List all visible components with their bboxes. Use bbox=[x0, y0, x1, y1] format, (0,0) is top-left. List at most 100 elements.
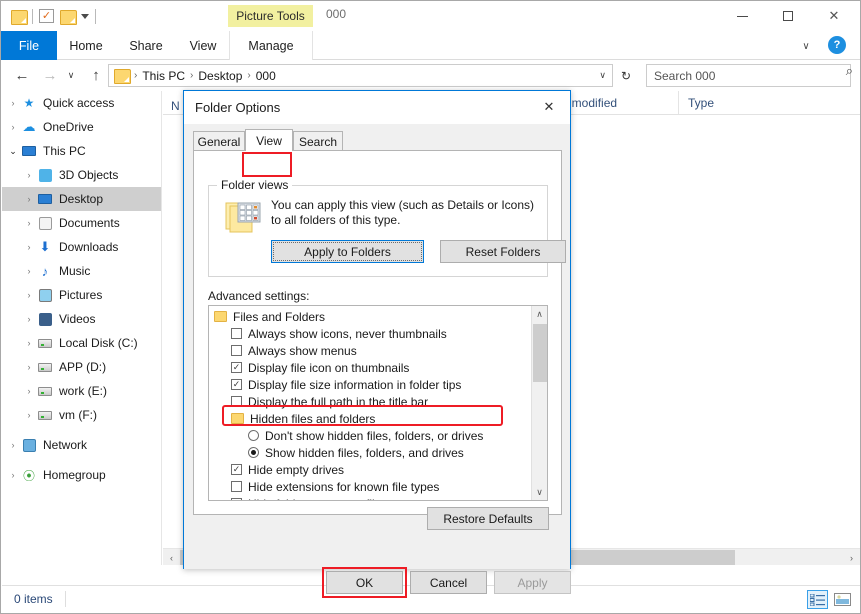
chevron-right-icon[interactable]: › bbox=[6, 98, 20, 108]
checkbox-checked[interactable]: ✓ bbox=[231, 498, 242, 500]
apply-button[interactable]: Apply bbox=[494, 571, 571, 594]
sidebar-item-app-d[interactable]: › APP (D:) bbox=[2, 355, 161, 379]
list-item[interactable]: Files and Folders bbox=[209, 308, 533, 325]
back-button[interactable]: ← bbox=[9, 60, 35, 90]
sidebar-item-work-e[interactable]: › work (E:) bbox=[2, 379, 161, 403]
scrollbar-thumb[interactable] bbox=[533, 324, 547, 382]
list-item[interactable]: Display the full path in the title bar bbox=[209, 393, 533, 410]
sidebar-item-pictures[interactable]: › Pictures bbox=[2, 283, 161, 307]
list-item[interactable]: Hide extensions for known file types bbox=[209, 478, 533, 495]
advanced-settings-list[interactable]: Files and Folders Always show icons, nev… bbox=[208, 305, 548, 501]
search-input[interactable]: Search 000 bbox=[646, 64, 851, 87]
chevron-right-icon[interactable]: › bbox=[22, 314, 36, 324]
sidebar-item-this-pc[interactable]: ⌄ This PC bbox=[2, 139, 161, 163]
sidebar-item-3d-objects[interactable]: › 3D Objects bbox=[2, 163, 161, 187]
list-item[interactable]: Always show menus bbox=[209, 342, 533, 359]
list-item-show-hidden[interactable]: Show hidden files, folders, and drives bbox=[209, 444, 533, 461]
restore-defaults-button[interactable]: Restore Defaults bbox=[427, 507, 549, 530]
list-item[interactable]: ✓ Hide empty drives bbox=[209, 461, 533, 478]
chevron-right-icon[interactable]: › bbox=[22, 362, 36, 372]
recent-locations-button[interactable]: ∨ bbox=[63, 60, 79, 90]
chevron-right-icon[interactable]: › bbox=[6, 440, 20, 450]
thumbnails-view-icon[interactable] bbox=[832, 590, 853, 609]
radio-selected[interactable] bbox=[248, 447, 259, 458]
reset-folders-button[interactable]: Reset Folders bbox=[440, 240, 566, 263]
sidebar-item-onedrive[interactable]: › ☁ OneDrive bbox=[2, 115, 161, 139]
checkbox-unchecked[interactable] bbox=[231, 481, 242, 492]
scroll-up-icon[interactable]: ∧ bbox=[532, 306, 547, 322]
chevron-down-icon[interactable]: ⌄ bbox=[6, 146, 20, 157]
minimize-button[interactable] bbox=[719, 1, 765, 31]
chevron-right-icon[interactable]: › bbox=[6, 122, 20, 132]
dialog-close-button[interactable]: ✕ bbox=[528, 91, 570, 123]
navigation-pane[interactable]: › ★ Quick access › ☁ OneDrive ⌄ This PC … bbox=[2, 91, 162, 565]
list-item[interactable]: Don't show hidden files, folders, or dri… bbox=[209, 427, 533, 444]
chevron-right-icon[interactable]: › bbox=[22, 170, 36, 180]
address-dropdown-icon[interactable]: ∨ bbox=[599, 65, 606, 86]
chevron-right-icon[interactable]: › bbox=[22, 410, 36, 420]
details-view-icon[interactable] bbox=[807, 590, 828, 609]
sidebar-item-videos[interactable]: › Videos bbox=[2, 307, 161, 331]
sidebar-item-music[interactable]: › ♪ Music bbox=[2, 259, 161, 283]
breadcrumb-000[interactable]: 000 bbox=[256, 69, 276, 83]
checkbox-checked[interactable]: ✓ bbox=[231, 362, 242, 373]
chevron-down-icon[interactable]: ∨ bbox=[796, 36, 816, 56]
scroll-down-icon[interactable]: ∨ bbox=[532, 484, 547, 500]
breadcrumb-this-pc[interactable]: This PC bbox=[142, 69, 185, 83]
list-item[interactable]: Always show icons, never thumbnails bbox=[209, 325, 533, 342]
checkbox-checked[interactable]: ✓ bbox=[231, 379, 242, 390]
chevron-right-icon[interactable]: › bbox=[22, 290, 36, 300]
chevron-right-icon[interactable]: › bbox=[22, 386, 36, 396]
tab-share[interactable]: Share bbox=[115, 31, 177, 60]
chevron-right-icon[interactable]: › bbox=[22, 266, 36, 276]
chevron-right-icon[interactable]: › bbox=[6, 470, 20, 480]
column-header-type[interactable]: Type bbox=[678, 91, 788, 114]
forward-button[interactable]: → bbox=[37, 60, 63, 90]
sidebar-item-local-disk-c[interactable]: › Local Disk (C:) bbox=[2, 331, 161, 355]
sidebar-item-homegroup[interactable]: › ⦿ Homegroup bbox=[2, 463, 161, 487]
checkbox-checked[interactable]: ✓ bbox=[231, 464, 242, 475]
chevron-right-icon[interactable]: › bbox=[22, 242, 36, 252]
list-item[interactable]: ✓ Display file size information in folde… bbox=[209, 376, 533, 393]
maximize-button[interactable] bbox=[765, 1, 811, 31]
apply-to-folders-button[interactable]: Apply to Folders bbox=[271, 240, 424, 263]
tab-file[interactable]: File bbox=[1, 31, 57, 60]
close-window-button[interactable]: ✕ bbox=[811, 1, 857, 31]
sidebar-item-vm-f[interactable]: › vm (F:) bbox=[2, 403, 161, 427]
new-folder-icon[interactable] bbox=[60, 9, 77, 25]
picture-tools-contextual-tab[interactable]: Picture Tools bbox=[228, 5, 313, 27]
list-item[interactable]: ✓ Display file icon on thumbnails bbox=[209, 359, 533, 376]
sidebar-item-documents[interactable]: › Documents bbox=[2, 211, 161, 235]
tab-view[interactable]: View bbox=[177, 31, 229, 60]
checkbox-unchecked[interactable] bbox=[231, 328, 242, 339]
tab-manage[interactable]: Manage bbox=[229, 31, 313, 60]
scroll-left-icon[interactable]: ‹ bbox=[163, 549, 180, 566]
properties-icon[interactable]: ✓ bbox=[39, 9, 54, 23]
address-input[interactable]: › This PC › Desktop › 000 ∨ bbox=[108, 64, 613, 87]
tab-view[interactable]: View bbox=[245, 129, 293, 151]
sidebar-item-desktop[interactable]: › Desktop bbox=[2, 187, 161, 211]
up-button[interactable]: ↑ bbox=[83, 60, 109, 90]
sidebar-item-downloads[interactable]: › ⬇ Downloads bbox=[2, 235, 161, 259]
customize-toolbar-caret-icon[interactable] bbox=[81, 13, 89, 19]
tab-search[interactable]: Search bbox=[293, 131, 343, 151]
search-icon[interactable]: ⌕ bbox=[846, 63, 853, 79]
help-icon[interactable]: ? bbox=[828, 36, 846, 54]
list-item[interactable]: Hidden files and folders bbox=[209, 410, 533, 427]
ok-button[interactable]: OK bbox=[326, 571, 403, 594]
folder-icon[interactable] bbox=[11, 9, 28, 25]
tab-general[interactable]: General bbox=[193, 131, 245, 151]
cancel-button[interactable]: Cancel bbox=[410, 571, 487, 594]
sidebar-item-network[interactable]: › Network bbox=[2, 433, 161, 457]
sidebar-item-quick-access[interactable]: › ★ Quick access bbox=[2, 91, 161, 115]
checkbox-unchecked[interactable] bbox=[231, 345, 242, 356]
scroll-right-icon[interactable]: › bbox=[843, 549, 860, 566]
checkbox-unchecked[interactable] bbox=[231, 396, 242, 407]
chevron-right-icon[interactable]: › bbox=[22, 338, 36, 348]
chevron-right-icon[interactable]: › bbox=[22, 218, 36, 228]
refresh-icon[interactable]: ↻ bbox=[616, 64, 636, 87]
radio-unselected[interactable] bbox=[248, 430, 259, 441]
list-item[interactable]: ✓ Hide folder merge conflicts bbox=[209, 495, 533, 500]
advanced-list-scrollbar[interactable]: ∧ ∨ bbox=[531, 306, 547, 500]
chevron-right-icon[interactable]: › bbox=[22, 194, 36, 204]
